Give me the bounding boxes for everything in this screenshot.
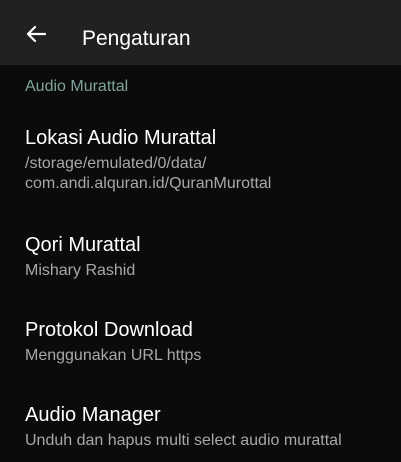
pref-qori-murattal[interactable]: Qori Murattal Mishary Rashid [0,233,401,285]
pref-title: Lokasi Audio Murattal [25,127,217,149]
section-header-audio-murattal: Audio Murattal [25,78,129,95]
pref-protokol-download[interactable]: Protokol Download Menggunakan URL https [0,318,401,370]
app-bar: Pengaturan [0,0,401,65]
settings-list: Audio Murattal Lokasi Audio Murattal /st… [0,65,401,462]
pref-title: Audio Manager [25,404,161,426]
pref-summary: Mishary Rashid [25,262,136,279]
page-title: Pengaturan [82,27,191,50]
pref-audio-manager[interactable]: Audio Manager Unduh dan hapus multi sele… [0,403,401,455]
pref-lokasi-audio-murattal[interactable]: Lokasi Audio Murattal /storage/emulated/… [0,126,401,198]
pref-title: Qori Murattal [25,234,141,256]
pref-summary: Menggunakan URL https [25,347,202,364]
pref-summary-line-1: /storage/emulated/0/data/ [25,155,207,172]
pref-title: Protokol Download [25,319,193,341]
arrow-left-icon [26,25,46,43]
back-button[interactable] [22,20,50,48]
pref-summary: Unduh dan hapus multi select audio murat… [25,432,342,449]
pref-summary-line-2: com.andi.alquran.id/QuranMurottal [25,175,272,192]
